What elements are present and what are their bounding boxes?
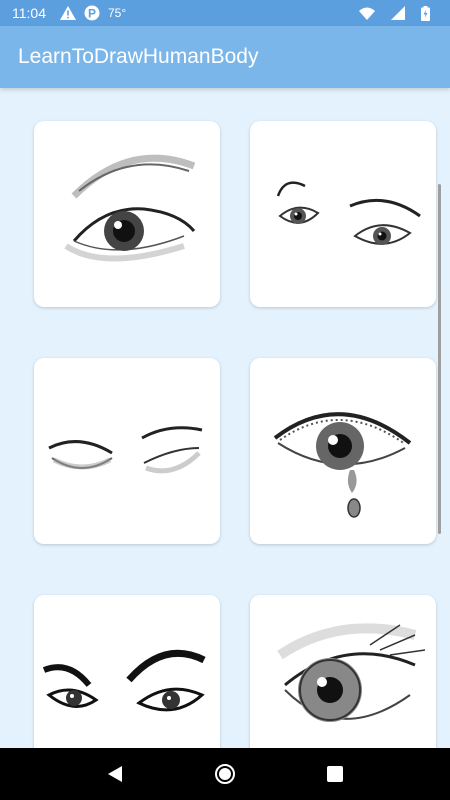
warning-icon [60, 6, 76, 20]
back-button[interactable] [95, 754, 135, 794]
home-button[interactable] [205, 754, 245, 794]
gallery-item-4[interactable] [250, 358, 436, 544]
parking-icon: P [84, 5, 100, 21]
eye-sketch-image [64, 154, 196, 262]
svg-text:P: P [88, 7, 96, 21]
gallery-grid[interactable] [0, 88, 450, 748]
navigation-bar [0, 748, 450, 800]
status-time: 11:04 [12, 5, 46, 21]
app-bar: LearnToDrawHumanBody [0, 26, 450, 88]
home-icon [215, 764, 235, 784]
closed-eyes-sketch-image [48, 426, 203, 474]
gallery-item-3[interactable] [34, 358, 220, 544]
crying-eye-sketch-image [273, 412, 412, 518]
battery-icon [421, 5, 430, 21]
gallery-item-6[interactable] [250, 595, 436, 748]
gallery-item-2[interactable] [250, 121, 436, 307]
eyes-pair-sketch-image [276, 181, 421, 245]
recents-icon [327, 766, 343, 782]
back-icon [108, 766, 122, 782]
signal-icon [391, 6, 405, 20]
gallery-item-5[interactable] [34, 595, 220, 748]
dramatic-eyes-sketch-image [42, 649, 206, 712]
recents-button[interactable] [315, 754, 355, 794]
app-title: LearnToDrawHumanBody [18, 45, 259, 68]
status-bar: 11:04 P 75° [0, 0, 450, 26]
realistic-eye-sketch-image [277, 623, 426, 722]
scrollbar[interactable] [438, 184, 441, 534]
status-temperature: 75° [108, 6, 127, 20]
wifi-icon [359, 7, 375, 20]
gallery-item-1[interactable] [34, 121, 220, 307]
